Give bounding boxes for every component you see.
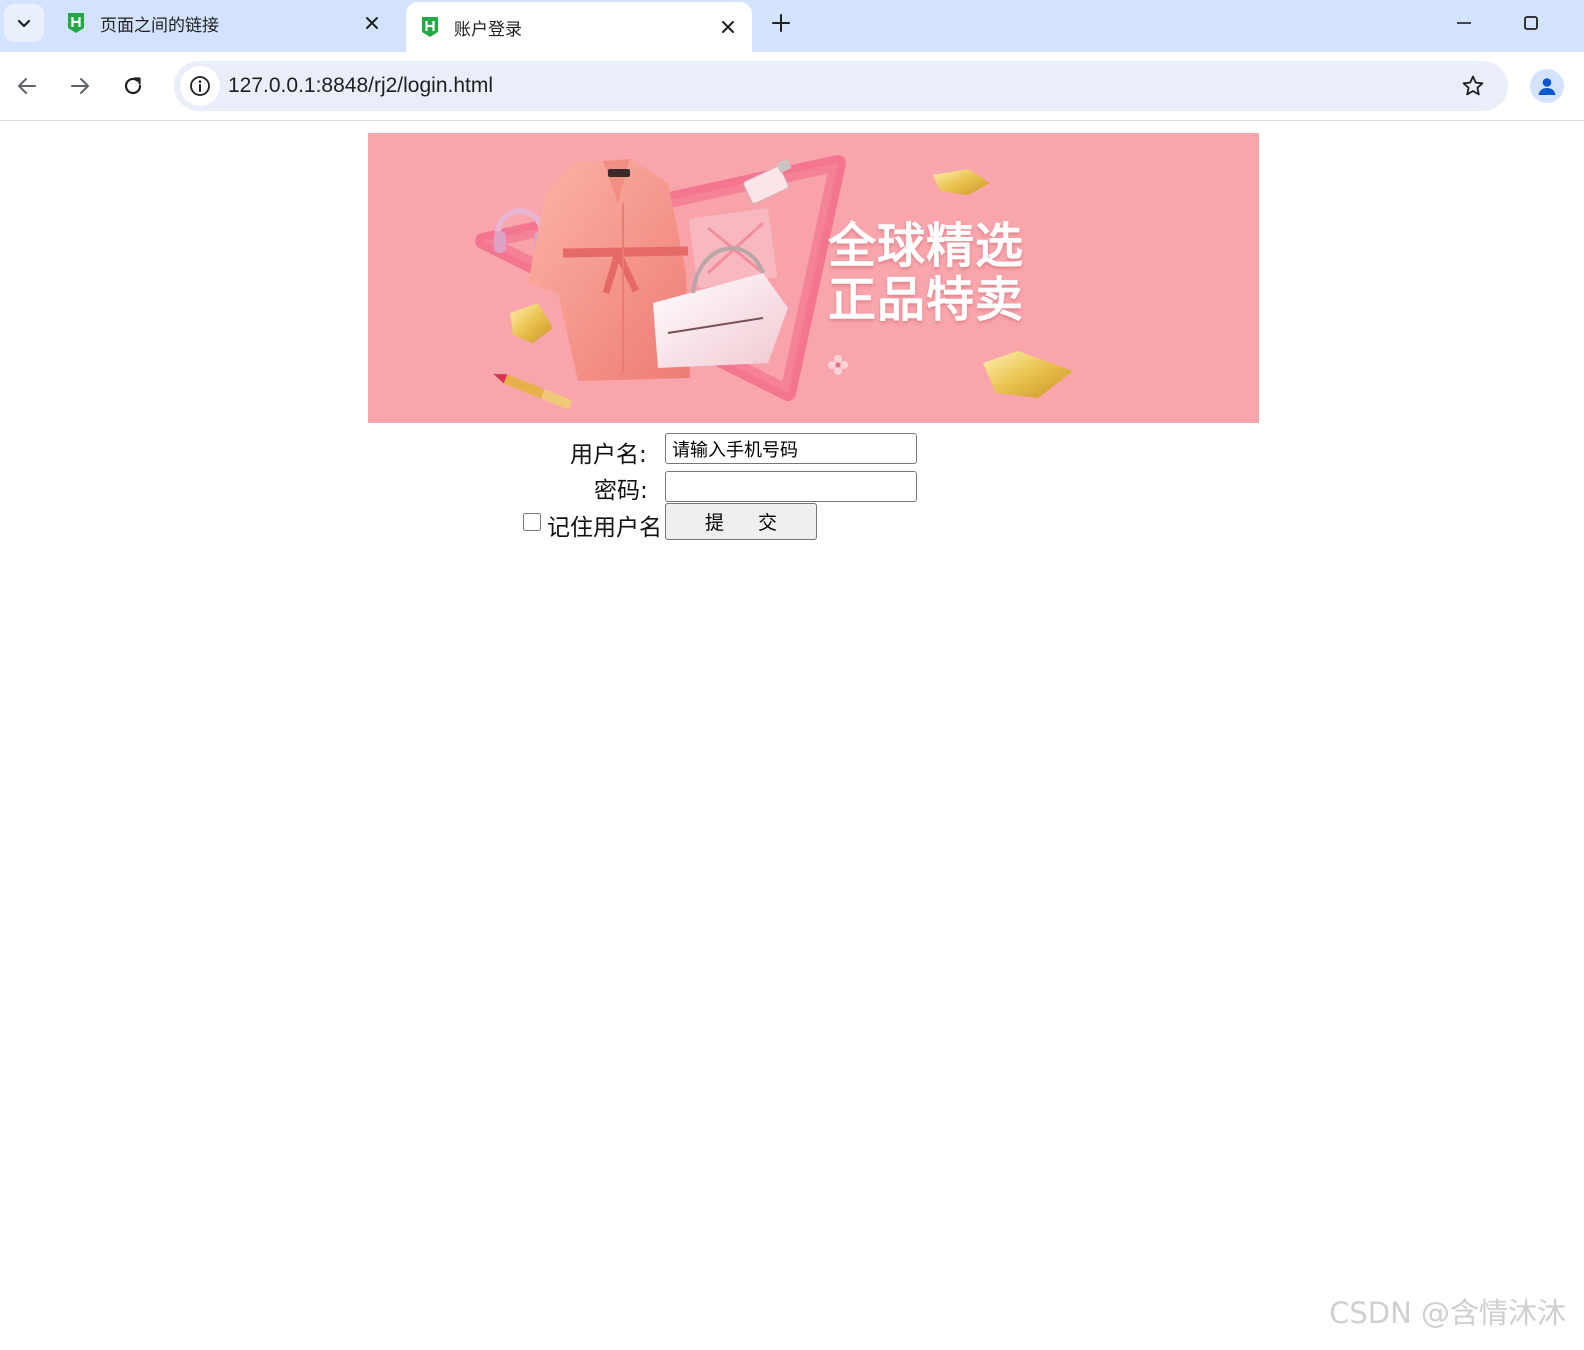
- profile-button[interactable]: [1530, 69, 1564, 103]
- close-tab-button[interactable]: [714, 13, 742, 41]
- url-text[interactable]: 127.0.0.1:8848/rj2/login.html: [228, 61, 493, 111]
- new-tab-button[interactable]: [766, 8, 796, 38]
- password-label: 密码:: [594, 478, 648, 504]
- back-button[interactable]: [9, 68, 45, 104]
- remember-username-label: 记住用户名: [547, 515, 662, 541]
- tab-search-button[interactable]: [4, 4, 44, 42]
- tab-title: 页面之间的链接: [100, 15, 219, 36]
- minimize-icon: [1457, 22, 1471, 24]
- hbuilder-h-icon: [68, 13, 84, 33]
- forward-button[interactable]: [62, 68, 98, 104]
- close-icon: [722, 21, 734, 33]
- maximize-icon: [1524, 16, 1538, 30]
- promo-banner: 全球精选 正品特卖: [368, 133, 1259, 423]
- username-input[interactable]: [665, 433, 917, 464]
- watermark: CSDN @含情沐沐: [1329, 1296, 1566, 1330]
- browser-toolbar: 127.0.0.1:8848/rj2/login.html: [0, 52, 1584, 121]
- info-icon: [190, 76, 210, 96]
- maximize-button[interactable]: [1511, 8, 1551, 38]
- banner-slogan-line1: 全球精选: [828, 218, 1025, 274]
- address-bar[interactable]: 127.0.0.1:8848/rj2/login.html: [174, 61, 1508, 111]
- tab-page-links[interactable]: 页面之间的链接: [52, 0, 396, 46]
- reload-button[interactable]: [115, 68, 151, 104]
- tab-title: 账户登录: [454, 19, 522, 40]
- tab-account-login[interactable]: 账户登录: [406, 2, 752, 52]
- tab-strip: 页面之间的链接 账户登录: [0, 0, 1584, 52]
- banner-slogan-line2: 正品特卖: [828, 272, 1025, 328]
- remember-username-checkbox[interactable]: [523, 513, 541, 531]
- star-icon: [1462, 75, 1484, 96]
- plus-icon: [772, 14, 790, 32]
- reload-icon: [124, 77, 142, 95]
- forward-arrow-icon: [71, 78, 89, 94]
- close-tab-button[interactable]: [358, 9, 386, 37]
- person-icon: [1538, 78, 1556, 95]
- bookmark-button[interactable]: [1458, 71, 1488, 101]
- site-info-button[interactable]: [180, 66, 220, 106]
- submit-button[interactable]: 提 交: [665, 503, 817, 540]
- close-icon: [366, 17, 378, 29]
- password-input[interactable]: [665, 471, 917, 502]
- back-arrow-icon: [18, 78, 36, 94]
- minimize-button[interactable]: [1444, 8, 1484, 38]
- username-label: 用户名:: [570, 442, 647, 468]
- chevron-down-icon: [17, 19, 31, 28]
- hbuilder-h-icon: [422, 17, 438, 37]
